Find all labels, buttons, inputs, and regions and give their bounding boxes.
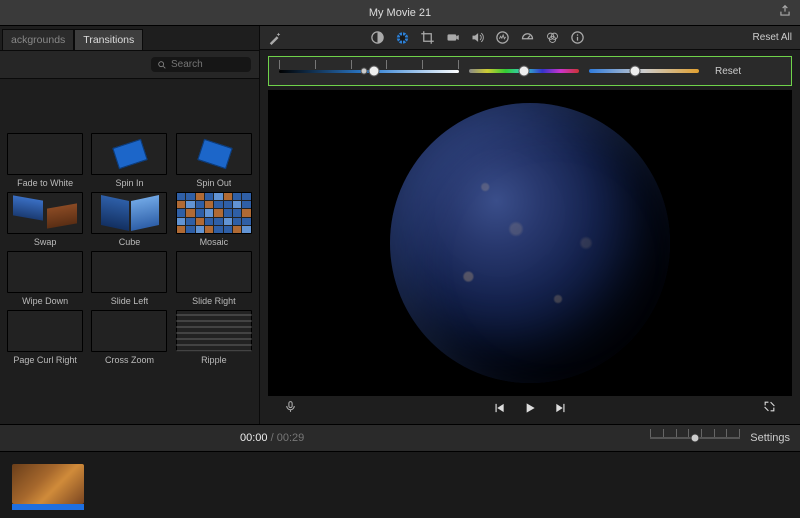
info-icon[interactable]	[570, 30, 585, 45]
transition-thumbnail	[176, 192, 252, 234]
transition-item[interactable]: Wipe Down	[6, 251, 84, 306]
magic-wand-icon[interactable]	[268, 31, 282, 45]
prev-button[interactable]	[492, 401, 506, 420]
zoom-slider[interactable]	[650, 432, 740, 444]
timeline[interactable]	[0, 452, 800, 518]
color-correction-icon[interactable]	[395, 30, 410, 45]
reset-button[interactable]: Reset	[709, 64, 747, 79]
transition-item[interactable]: Swap	[6, 192, 84, 247]
play-button[interactable]	[522, 400, 538, 421]
transition-item[interactable]: Cross Zoom	[90, 310, 168, 365]
transition-thumbnail	[91, 133, 167, 175]
project-title: My Movie 21	[369, 7, 431, 19]
transition-label: Spin Out	[196, 178, 231, 188]
adjust-toolbar: Reset All	[260, 26, 800, 50]
transition-label: Page Curl Right	[13, 355, 77, 365]
saturation-slider[interactable]	[469, 63, 579, 79]
color-balance-icon[interactable]	[370, 30, 385, 45]
transition-label: Fade to White	[17, 178, 73, 188]
fullscreen-icon[interactable]	[763, 400, 776, 418]
filters-icon[interactable]	[545, 30, 560, 45]
transition-thumbnail	[176, 251, 252, 293]
next-button[interactable]	[554, 401, 568, 420]
transition-item[interactable]: Slide Right	[175, 251, 253, 306]
exposure-slider[interactable]	[279, 63, 459, 79]
transition-label: Slide Right	[192, 296, 236, 306]
transition-label: Mosaic	[200, 237, 229, 247]
transition-thumbnail	[176, 310, 252, 352]
transition-label: Ripple	[201, 355, 227, 365]
timeline-clip[interactable]	[12, 464, 84, 504]
color-correction-panel: Reset	[268, 56, 792, 86]
search-input[interactable]	[171, 59, 241, 70]
transition-label: Cross Zoom	[105, 355, 154, 365]
transition-item[interactable]: Page Curl Right	[6, 310, 84, 365]
tab-backgrounds[interactable]: ackgrounds	[2, 29, 74, 50]
temperature-slider[interactable]	[589, 63, 699, 79]
noise-reduction-icon[interactable]	[495, 30, 510, 45]
search-input-wrap[interactable]	[151, 57, 251, 72]
transition-item[interactable]: Cube	[90, 192, 168, 247]
transition-thumbnail	[91, 310, 167, 352]
share-icon[interactable]	[778, 4, 792, 23]
transition-label: Cube	[119, 237, 141, 247]
tab-transitions[interactable]: Transitions	[74, 29, 143, 50]
preview-viewer	[268, 90, 792, 396]
stabilization-icon[interactable]	[445, 30, 460, 45]
browser-panel: ackgrounds Transitions Fade to White Spin…	[0, 26, 260, 424]
transition-label: Swap	[34, 237, 57, 247]
transition-thumbnail	[7, 192, 83, 234]
transition-item[interactable]: Spin Out	[175, 133, 253, 188]
transition-thumbnail	[7, 310, 83, 352]
timeline-header: 00:00 / 00:29 Settings	[0, 424, 800, 452]
titlebar: My Movie 21	[0, 0, 800, 26]
speed-icon[interactable]	[520, 30, 535, 45]
transition-label: Slide Left	[111, 296, 149, 306]
reset-all-button[interactable]: Reset All	[753, 32, 792, 43]
transition-item[interactable]: Fade to White	[6, 133, 84, 188]
playhead-time: 00:00 / 00:29	[240, 432, 304, 444]
transition-label: Wipe Down	[22, 296, 68, 306]
settings-button[interactable]: Settings	[750, 432, 790, 444]
transition-thumbnail	[176, 133, 252, 175]
transition-thumbnail	[7, 251, 83, 293]
transition-thumbnail	[91, 251, 167, 293]
transition-label: Spin In	[115, 178, 143, 188]
search-icon	[157, 60, 167, 70]
transition-thumbnail	[7, 133, 83, 175]
voiceover-icon[interactable]	[284, 400, 297, 418]
transition-item[interactable]: Slide Left	[90, 251, 168, 306]
transition-item[interactable]: Mosaic	[175, 192, 253, 247]
viewer-panel: Reset All Reset	[260, 26, 800, 424]
transition-item[interactable]: Ripple	[175, 310, 253, 365]
volume-icon[interactable]	[470, 30, 485, 45]
crop-icon[interactable]	[420, 30, 435, 45]
transition-item[interactable]: Spin In	[90, 133, 168, 188]
transition-thumbnail	[91, 192, 167, 234]
preview-content	[390, 103, 670, 383]
